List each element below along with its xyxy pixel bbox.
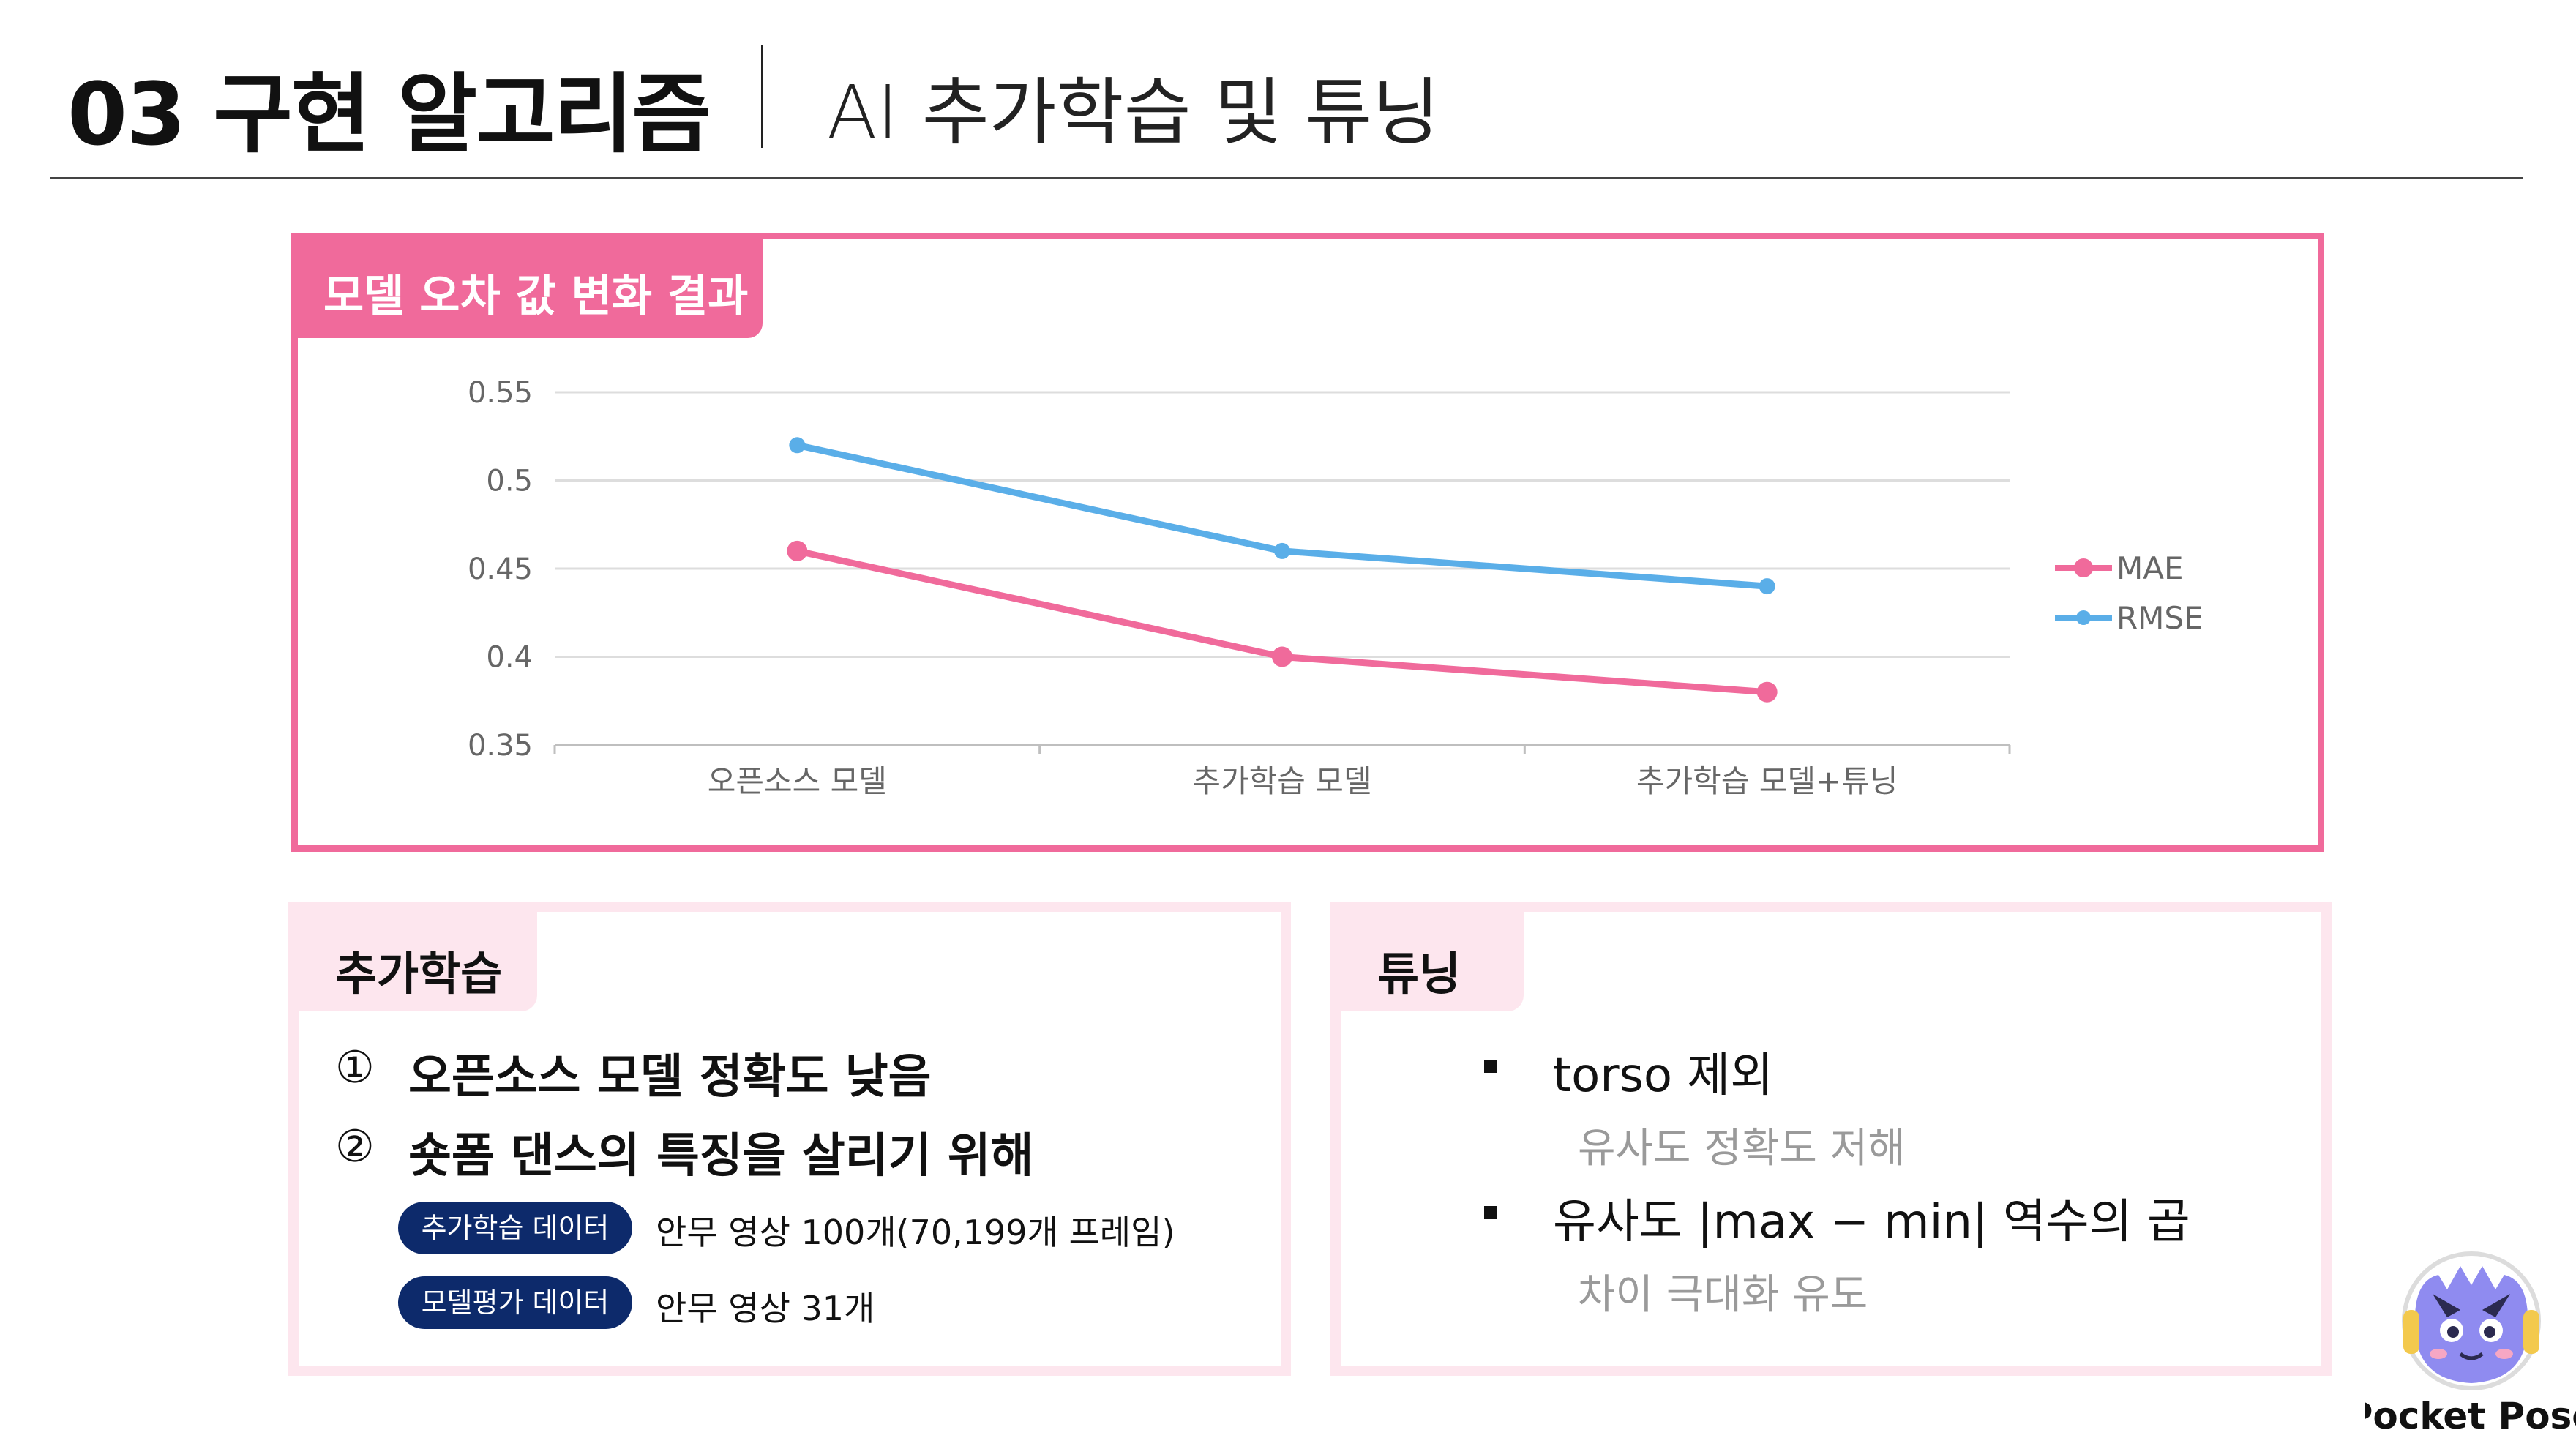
data-point-mae: [1272, 646, 1292, 667]
y-tick-label: 0.35: [468, 729, 533, 763]
bullet-square-icon: [1484, 1206, 1497, 1219]
page-title: 03 구현 알고리즘: [67, 64, 711, 165]
tuning-card-label: 튜닝: [1377, 947, 1461, 1000]
list-item: 오픈소스 모델 정확도 낮음: [408, 1050, 932, 1104]
legend-marker-rmse: [2076, 610, 2091, 625]
list-number: ②: [335, 1121, 375, 1172]
data-point-mae: [1756, 681, 1778, 703]
y-tick-label: 0.45: [468, 553, 533, 586]
y-tick-label: 0.55: [468, 376, 533, 410]
list-number: ①: [335, 1042, 375, 1093]
legend-marker-mae: [2074, 558, 2093, 577]
data-point-rmse: [1274, 542, 1290, 559]
bullet-square-icon: [1484, 1060, 1497, 1073]
chart-section-tag: 모델 오차 값 변화 결과: [297, 239, 763, 338]
list-item-detail: 유사도 정확도 저해: [1578, 1125, 1906, 1172]
legend-label: MAE: [2116, 550, 2184, 586]
chart-axes: 0.35 0.4 0.45 0.5 0.55 오픈소스 모델 추가학습 모델 추가학습 모델+…: [468, 376, 2011, 799]
data-description: 안무 영상 100개(70,199개 프레임): [656, 1213, 1175, 1252]
header-rule: [50, 177, 2523, 179]
logo-wordmark: Pocket Pose: [2365, 1395, 2576, 1437]
chart-legend: MAE RMSE: [2055, 550, 2204, 636]
data-description: 안무 영상 31개: [656, 1289, 875, 1328]
list-item: 유사도 |max − min| 역수의 곱: [1553, 1195, 2190, 1249]
series-line-rmse: [796, 441, 1767, 590]
page-subtitle: AI 추가학습 및 튜닝: [827, 70, 1440, 155]
y-tick-label: 0.5: [486, 465, 533, 498]
list-item-detail: 차이 극대화 유도: [1578, 1271, 1868, 1319]
training-card-label: 추가학습: [335, 947, 503, 1000]
tuning-card-tag: 튜닝: [1341, 912, 1524, 1011]
chart-gridlines: [555, 391, 2010, 746]
list-item: torso 제외: [1553, 1049, 1774, 1103]
header-divider: [761, 45, 763, 148]
y-tick-label: 0.4: [486, 641, 533, 675]
list-item: 숏폼 댄스의 특징을 살리기 위해: [408, 1129, 1034, 1183]
x-tick-label: 오픈소스 모델: [708, 763, 887, 799]
pocket-pose-logo: Pocket Pose: [2365, 1251, 2576, 1437]
data-point-mae: [787, 540, 808, 561]
data-point-rmse: [1759, 578, 1775, 595]
data-type-badge: 모델평가 데이터: [398, 1276, 632, 1329]
x-tick-label: 추가학습 모델+튜닝: [1636, 763, 1898, 799]
legend-label: RMSE: [2116, 600, 2204, 636]
x-tick-label: 추가학습 모델: [1192, 763, 1371, 799]
data-point-rmse: [789, 437, 806, 454]
series-line-mae: [796, 547, 1767, 696]
data-type-badge: 추가학습 데이터: [398, 1202, 632, 1254]
chart-section-label: 모델 오차 값 변화 결과: [323, 271, 749, 322]
training-card-tag: 추가학습: [299, 912, 537, 1011]
